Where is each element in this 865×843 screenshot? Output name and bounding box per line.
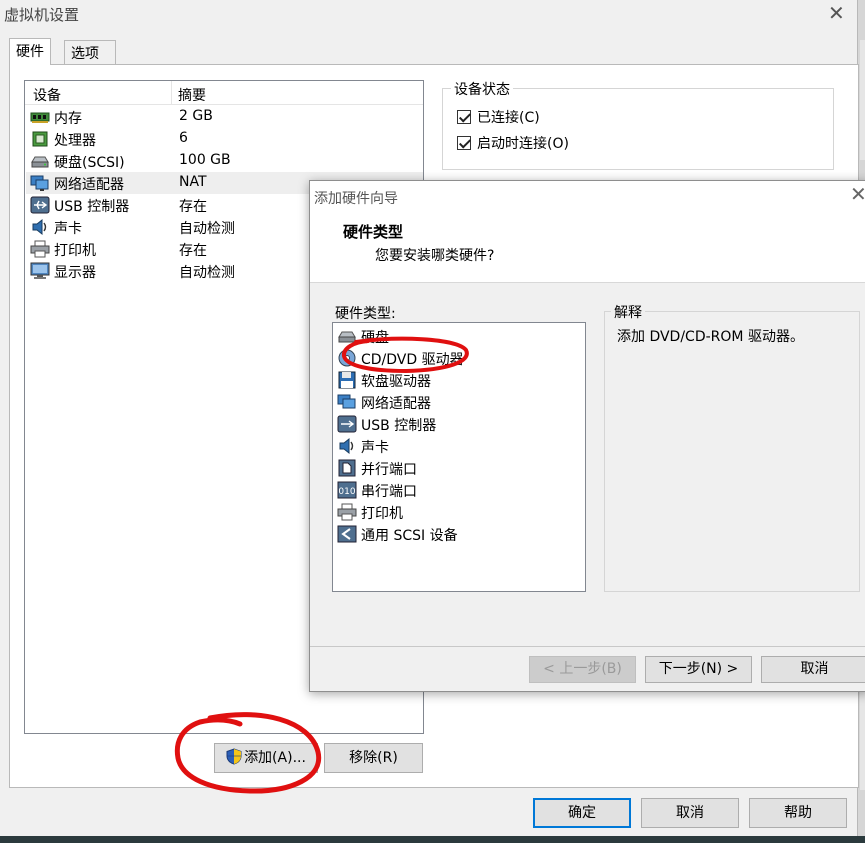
display-icon [30,262,50,280]
hard-disk-icon [30,152,50,170]
connect-at-power-on-label: 启动时连接(O) [477,136,569,152]
device-name: 处理器 [54,133,96,149]
desktop-taskbar-edge [0,836,865,843]
device-summary: 100 GB [179,152,231,168]
device-name: 显示器 [54,265,96,281]
wizard-title: 添加硬件向导 [314,191,398,207]
device-status-legend: 设备状态 [451,79,513,99]
printer-icon [337,503,357,521]
device-summary: 自动检测 [179,265,235,281]
column-header-device[interactable]: 设备 [33,85,61,105]
hardware-type-label-text: 串行端口 [361,484,417,500]
hardware-type-label-text: USB 控制器 [361,418,437,434]
usb-controller-icon [30,196,50,214]
help-button[interactable]: 帮助 [749,798,847,828]
explanation-legend: 解释 [611,302,645,322]
device-summary: 存在 [179,199,207,215]
sound-card-icon [337,437,357,455]
device-summary: 6 [179,130,188,146]
parallel-port-icon [337,459,357,477]
checkbox-checked-icon[interactable] [457,110,471,124]
add-button-label: 添加(A)... [244,750,306,766]
wizard-header: 硬件类型 您要安装哪类硬件? [310,213,865,283]
checkbox-checked-icon[interactable] [457,136,471,150]
device-name: 网络适配器 [54,177,124,193]
memory-icon [30,108,50,126]
device-summary: NAT [179,174,207,190]
connected-checkbox[interactable]: 已连接(C) [457,107,540,127]
device-summary: 存在 [179,243,207,259]
hardware-type-label: 硬件类型: [335,306,396,322]
device-name: 内存 [54,111,82,127]
close-icon[interactable]: ✕ [850,184,865,204]
device-name: 声卡 [54,221,82,237]
scsi-device-icon [337,525,357,543]
next-button[interactable]: 下一步(N) > [645,656,752,683]
hardware-type-label-text: 软盘驱动器 [361,374,431,390]
device-summary: 自动检测 [179,221,235,237]
device-status-group: 设备状态 已连接(C) 启动时连接(O) [442,79,834,170]
hardware-type-label-text: 硬盘 [361,330,389,346]
close-icon[interactable]: ✕ [828,3,845,23]
sound-card-icon [30,218,50,236]
hardware-type-label-text: 并行端口 [361,462,417,478]
shield-icon [226,747,242,775]
tab-options[interactable]: 选项 [64,40,116,64]
hardware-type-label-text: 通用 SCSI 设备 [361,528,458,544]
connected-label: 已连接(C) [477,110,540,126]
hardware-type-label-text: 网络适配器 [361,396,431,412]
svg-text:010: 010 [338,487,355,497]
hard-disk-icon [337,327,357,345]
serial-port-icon: 010 [337,481,357,499]
remove-button[interactable]: 移除(R) [324,743,423,773]
wizard-titlebar: 添加硬件向导 ✕ [310,181,865,213]
device-name: 打印机 [54,243,96,259]
processor-icon [30,130,50,148]
wizard-cancel-button[interactable]: 取消 [761,656,865,683]
explanation-text: 添加 DVD/CD-ROM 驱动器。 [617,329,804,345]
network-adapter-icon [30,174,50,192]
back-button[interactable]: < 上一步(B) [529,656,636,683]
device-list-header: 设备 摘要 [25,81,423,105]
usb-controller-icon [337,415,357,433]
tab-hardware[interactable]: 硬件 [9,38,51,65]
wizard-heading: 硬件类型 [343,223,404,241]
connect-at-power-on-checkbox[interactable]: 启动时连接(O) [457,133,569,153]
add-button[interactable]: 添加(A)... [214,743,318,773]
hardware-type-label-text: 打印机 [361,506,403,522]
explanation-group: 解释 添加 DVD/CD-ROM 驱动器。 [604,302,860,592]
add-hardware-wizard-dialog: 添加硬件向导 ✕ 硬件类型 您要安装哪类硬件? 硬件类型: 硬盘 CD/DVD … [309,180,865,692]
hardware-type-label-text: 声卡 [361,440,389,456]
hardware-type-list[interactable]: 硬盘 CD/DVD 驱动器 软盘驱动器 网络适配器 USB 控制器 声卡 并行端… [332,322,586,592]
cd-dvd-icon [337,349,357,367]
wizard-subheading: 您要安装哪类硬件? [375,248,495,264]
floppy-icon [337,371,357,389]
cancel-button[interactable]: 取消 [641,798,739,828]
network-adapter-icon [337,393,357,411]
device-name: USB 控制器 [54,199,130,215]
device-row-memory[interactable]: 内存 2 GB [26,106,423,128]
device-summary: 2 GB [179,108,213,124]
wizard-divider [310,646,865,647]
device-row-hard-disk[interactable]: 硬盘(SCSI) 100 GB [26,150,423,172]
printer-icon [30,240,50,258]
hardware-type-label-text: CD/DVD 驱动器 [361,352,464,368]
device-row-processor[interactable]: 处理器 6 [26,128,423,150]
ok-button[interactable]: 确定 [533,798,631,828]
device-name: 硬盘(SCSI) [54,155,125,171]
column-header-summary[interactable]: 摘要 [178,85,206,105]
window-title: 虚拟机设置 [4,6,80,24]
